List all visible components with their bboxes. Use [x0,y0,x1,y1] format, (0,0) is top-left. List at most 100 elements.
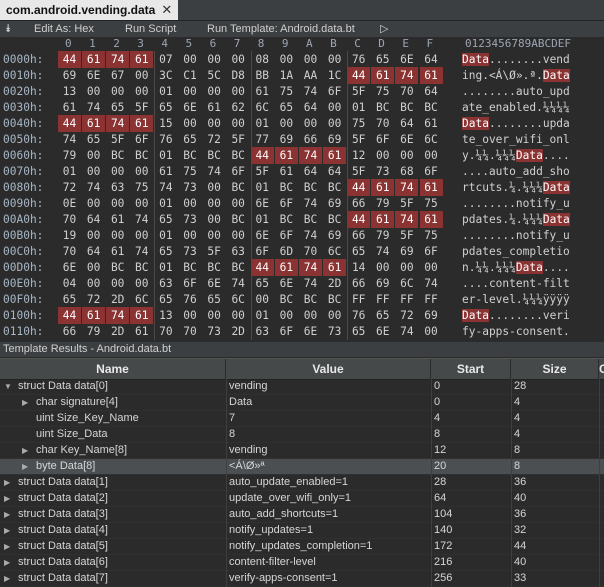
hex-row[interactable]: 0030h: 61 74 65 5F 65 6E 61 62 6C 65 64 00 01 BC BC BC at… [0,99,604,116]
hex-byte[interactable]: 6E [251,195,274,212]
hex-byte[interactable]: 00 [203,307,226,324]
hex-byte[interactable]: 69 [395,243,418,260]
template-row[interactable]: ▶ struct Data data[5] notify_updates_compl… [0,539,604,555]
hex-byte[interactable]: BC [227,211,250,228]
ascii-text[interactable]: pdates_completio [462,243,570,260]
hex-byte[interactable]: 61 [106,211,129,228]
hex-byte[interactable]: 00 [299,307,322,324]
hex-byte[interactable]: 5F [130,99,153,116]
hex-byte[interactable]: 00 [299,115,322,132]
expanded-arrow-icon[interactable]: ▼ [4,379,12,394]
hex-byte[interactable]: 00 [130,195,153,212]
hex-byte[interactable]: 2D [106,291,129,308]
hex-byte[interactable]: 74 [299,227,322,244]
hex-byte[interactable]: 73 [323,323,346,340]
hex-byte[interactable]: 00 [395,259,418,276]
hex-byte[interactable]: 61 [323,259,347,276]
hex-byte[interactable]: 76 [154,131,177,148]
hex-byte[interactable]: 74 [106,51,130,68]
hex-byte[interactable]: 61 [58,99,81,116]
collapse-icon[interactable]: ⯯ [5,21,12,37]
hex-byte[interactable]: 65 [58,291,81,308]
collapsed-arrow-icon[interactable]: ▶ [4,523,10,538]
hex-byte[interactable]: 61 [274,147,298,164]
template-row[interactable]: ▶ struct Data data[4] notify_updates=1 140 3… [0,523,604,539]
template-row[interactable]: ▼ struct Data data[0] vending 0 28 [0,379,604,395]
hex-byte[interactable]: 00 [203,51,226,68]
ascii-text[interactable]: Data........vend [462,51,570,68]
hex-byte[interactable]: 79 [82,323,105,340]
hex-byte[interactable]: 61 [106,243,129,260]
hex-byte[interactable]: 01 [154,227,177,244]
hex-byte[interactable]: 6F [420,163,443,180]
hex-byte[interactable]: 14 [347,259,370,276]
hex-byte[interactable]: 6D [275,243,298,260]
hex-byte[interactable]: 6E [251,227,274,244]
hex-byte[interactable]: 44 [347,211,371,228]
template-row[interactable]: ▶ char signature[4] Data 0 4 [0,395,604,411]
hex-byte[interactable]: 61 [251,83,274,100]
hex-byte[interactable]: 69 [323,195,346,212]
ascii-text[interactable]: ........notify_u [462,195,570,212]
hex-byte[interactable]: 73 [179,211,202,228]
hex-byte[interactable]: 74 [58,131,81,148]
hex-byte[interactable]: 76 [179,291,202,308]
hex-byte[interactable]: 00 [299,51,322,68]
hex-byte[interactable]: 69 [323,227,346,244]
hex-byte[interactable]: 00 [130,83,153,100]
play-icon[interactable]: ▷ [380,21,388,37]
hex-byte[interactable]: 65 [347,243,370,260]
hex-byte[interactable]: BC [227,179,250,196]
ascii-text[interactable]: pdates.¼.¼¼¼Data [462,211,570,228]
hex-byte[interactable]: 01 [251,179,274,196]
hex-byte[interactable]: 00 [395,147,418,164]
hex-byte[interactable]: 61 [419,67,443,84]
ascii-text[interactable]: ing.<Á\Ø».ª.Data [462,67,570,84]
hex-byte[interactable]: 44 [58,51,81,68]
hex-row[interactable]: 0060h: 79 00 BC BC 01 BC BC BC 44 61 74 61 12 00 00 00 y.… [0,147,604,164]
collapsed-arrow-icon[interactable]: ▶ [4,507,10,522]
hex-byte[interactable]: FF [371,291,394,308]
template-row[interactable]: ▶ struct Data data[2] update_over_wifi_onl… [0,491,604,507]
hex-row[interactable]: 00E0h: 04 00 00 00 63 6F 6E 74 65 6E 74 2D 66 69 6C 74..… [0,275,604,292]
hex-byte[interactable]: 00 [130,227,153,244]
hex-row[interactable]: 0090h: 0E 00 00 00 01 00 00 00 6E 6F 74 69 66 79 5F 75..… [0,195,604,212]
header-extra[interactable]: C [599,359,604,379]
hex-byte[interactable]: 72 [58,179,81,196]
hex-byte[interactable]: 63 [106,179,129,196]
hex-byte[interactable]: 63 [251,323,274,340]
hex-row[interactable]: 0040h: 44 61 74 61 15 00 00 00 01 00 00 00 75 70 64 61 Da… [0,115,604,132]
hex-byte[interactable]: BC [275,179,298,196]
ascii-text[interactable]: te_over_wifi_onl [462,131,570,148]
hex-row[interactable]: 00A0h: 70 64 61 74 65 73 00 BC 01 BC BC BC 44 61 74 61 pd… [0,211,604,228]
hex-byte[interactable]: BC [371,99,394,116]
template-row[interactable]: uint Size_Data 8 8 4 [0,427,604,443]
hex-byte[interactable]: BC [323,211,346,228]
hex-byte[interactable]: 44 [250,147,274,164]
hex-byte[interactable]: 6F [275,195,298,212]
hex-byte[interactable]: 74 [130,243,153,260]
hex-byte[interactable]: 2D [227,323,250,340]
hex-byte[interactable]: 19 [58,227,81,244]
template-row[interactable]: ▶ struct Data data[3] auto_add_shortcuts=1… [0,507,604,523]
hex-byte[interactable]: 08 [251,51,274,68]
hex-byte[interactable]: 65 [371,307,394,324]
hex-byte[interactable]: 00 [82,195,105,212]
hex-byte[interactable]: 00 [179,195,202,212]
hex-byte[interactable]: 00 [82,275,105,292]
hex-byte[interactable]: 00 [203,227,226,244]
hex-byte[interactable]: 72 [82,291,105,308]
hex-byte[interactable]: 74 [299,147,322,164]
hex-byte[interactable]: 6C [130,291,153,308]
hex-byte[interactable]: 15 [154,115,177,132]
hex-byte[interactable]: 5F [347,163,370,180]
hex-byte[interactable]: 65 [82,131,105,148]
hex-byte[interactable]: 00 [130,163,153,180]
hex-byte[interactable]: BC [106,147,129,164]
hex-byte[interactable]: 44 [347,67,371,84]
hex-byte[interactable]: 70 [371,115,394,132]
ascii-text[interactable]: ....auto_add_sho [462,163,570,180]
hex-byte[interactable]: 6F [275,227,298,244]
ascii-text[interactable]: fy-apps-consent. [462,323,570,340]
hex-byte[interactable]: AA [299,67,322,84]
